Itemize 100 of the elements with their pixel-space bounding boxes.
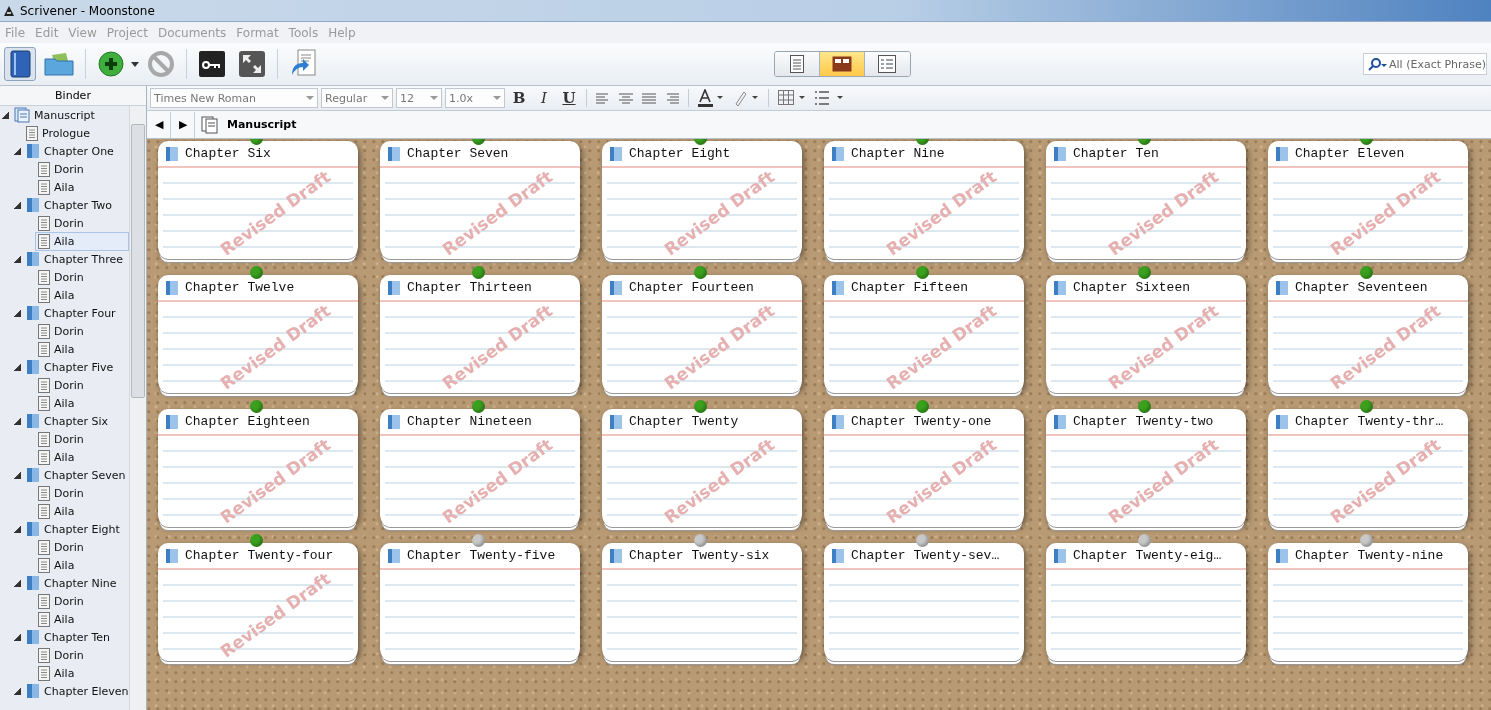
expand-arrow-icon[interactable] bbox=[2, 111, 9, 119]
binder-item[interactable]: Aila bbox=[35, 285, 129, 305]
folder-icon bbox=[610, 548, 622, 563]
binder-item[interactable]: Aila bbox=[35, 663, 129, 683]
binder-item[interactable]: Aila bbox=[35, 393, 129, 413]
binder-item[interactable]: Chapter One bbox=[23, 141, 129, 161]
document-icon bbox=[38, 395, 50, 411]
expand-arrow-icon[interactable] bbox=[14, 471, 21, 479]
folder-icon bbox=[388, 146, 400, 161]
binder-item[interactable]: Chapter Ten bbox=[23, 627, 129, 647]
bold-button[interactable]: B bbox=[508, 89, 530, 107]
table-icon[interactable] bbox=[778, 90, 806, 106]
binder-item[interactable]: Dorin bbox=[35, 375, 129, 395]
binder-item[interactable]: Chapter Nine bbox=[23, 573, 129, 593]
search-field[interactable]: All (Exact Phrase) bbox=[1363, 53, 1487, 75]
card-title: Chapter Twenty-four bbox=[185, 548, 334, 563]
binder-item[interactable]: Chapter Eight bbox=[23, 519, 129, 539]
binder-toggle-button[interactable] bbox=[4, 47, 36, 81]
underline-button[interactable]: U bbox=[558, 89, 580, 107]
document-icon bbox=[26, 125, 38, 141]
card-title: Chapter Eleven bbox=[1295, 146, 1405, 161]
binder-item[interactable]: Dorin bbox=[35, 591, 129, 611]
binder-item[interactable]: Chapter Four bbox=[23, 303, 129, 323]
expand-arrow-icon[interactable] bbox=[14, 201, 21, 209]
binder-item[interactable]: Chapter Five bbox=[23, 357, 129, 377]
key-icon bbox=[198, 50, 226, 78]
binder-item[interactable]: Manuscript bbox=[11, 106, 129, 125]
caret-icon[interactable] bbox=[131, 61, 139, 67]
binder-item[interactable]: Chapter Six bbox=[23, 411, 129, 431]
binder-item[interactable]: Aila bbox=[35, 555, 129, 575]
document-arrow-icon bbox=[289, 49, 317, 79]
document-icon bbox=[38, 377, 50, 393]
scrollbar[interactable] bbox=[129, 106, 146, 710]
binder-item[interactable]: Prologue bbox=[23, 123, 129, 143]
binder-item[interactable]: Dorin bbox=[35, 321, 129, 341]
folder-icon bbox=[44, 51, 74, 77]
binder-item[interactable]: Dorin bbox=[35, 213, 129, 233]
expand-arrow-icon[interactable] bbox=[14, 255, 21, 263]
font-dropdown[interactable]: Times New Roman bbox=[150, 88, 318, 108]
card-title: Chapter Twenty bbox=[629, 414, 739, 429]
card-title: Chapter Twenty-nine bbox=[1295, 548, 1444, 563]
expand-arrow-icon[interactable] bbox=[14, 417, 21, 425]
folder-icon bbox=[1054, 146, 1066, 161]
notebook-icon bbox=[8, 50, 32, 78]
binder-item[interactable]: Chapter Eleven bbox=[23, 681, 129, 701]
document-icon bbox=[38, 341, 50, 357]
style-dropdown[interactable]: Regular bbox=[321, 88, 393, 108]
binder-item[interactable]: Aila bbox=[35, 231, 129, 251]
document-icon bbox=[38, 503, 50, 519]
binder-item[interactable]: Aila bbox=[35, 339, 129, 359]
line-spacing-dropdown[interactable]: 1.0x bbox=[445, 88, 505, 108]
binder-item[interactable]: Dorin bbox=[35, 645, 129, 665]
binder-item[interactable]: Aila bbox=[35, 177, 129, 197]
document-stack-icon[interactable] bbox=[201, 115, 221, 134]
document-icon bbox=[787, 55, 806, 73]
expand-arrow-icon[interactable] bbox=[14, 579, 21, 587]
card-title: Chapter Fifteen bbox=[851, 280, 969, 295]
card-title: Chapter Twenty-two bbox=[1073, 414, 1214, 429]
document-icon bbox=[38, 161, 50, 177]
binder-item[interactable]: Aila bbox=[35, 501, 129, 521]
binder-item[interactable]: Chapter Seven bbox=[23, 465, 129, 485]
binder-item[interactable]: Dorin bbox=[35, 483, 129, 503]
scrivenings-view-button[interactable] bbox=[774, 52, 820, 76]
folder-icon bbox=[26, 413, 40, 429]
highlighter-icon[interactable] bbox=[733, 89, 759, 107]
forward-button[interactable]: ▶ bbox=[171, 111, 195, 138]
italic-button[interactable]: I bbox=[533, 89, 555, 107]
binder-item[interactable]: Dorin bbox=[35, 267, 129, 287]
text-color-icon[interactable] bbox=[698, 89, 724, 107]
binder-item[interactable]: Aila bbox=[35, 609, 129, 629]
search-icon[interactable] bbox=[1367, 58, 1387, 72]
expand-arrow-icon[interactable] bbox=[14, 687, 21, 695]
expand-arrow-icon[interactable] bbox=[14, 309, 21, 317]
outliner-view-button[interactable] bbox=[864, 52, 910, 76]
size-dropdown[interactable]: 12 bbox=[396, 88, 442, 108]
folder-icon bbox=[1054, 280, 1066, 295]
expand-arrow-icon[interactable] bbox=[14, 147, 21, 155]
card-title: Chapter Eighteen bbox=[185, 414, 310, 429]
list-icon[interactable] bbox=[815, 90, 845, 106]
folder-icon bbox=[166, 280, 178, 295]
prohibited-icon bbox=[147, 50, 175, 78]
expand-arrow-icon[interactable] bbox=[14, 363, 21, 371]
binder-item[interactable]: Chapter Three bbox=[23, 249, 129, 269]
card-title: Chapter Twenty-one bbox=[851, 414, 992, 429]
corkboard-view-button[interactable] bbox=[819, 52, 865, 76]
binder-item[interactable]: Dorin bbox=[35, 537, 129, 557]
expand-arrow-icon[interactable] bbox=[14, 633, 21, 641]
folder-icon bbox=[1276, 548, 1288, 563]
binder-item[interactable]: Dorin bbox=[35, 429, 129, 449]
folder-icon bbox=[388, 280, 400, 295]
binder-item[interactable]: Aila bbox=[35, 447, 129, 467]
binder-item[interactable]: Dorin bbox=[35, 159, 129, 179]
folder-icon bbox=[26, 359, 40, 375]
card-title: Chapter Eight bbox=[629, 146, 731, 161]
editor-header-title: Manuscript bbox=[227, 118, 297, 131]
back-button[interactable]: ◀ bbox=[147, 111, 171, 138]
binder-item[interactable]: Chapter Two bbox=[23, 195, 129, 215]
expand-arrow-icon[interactable] bbox=[14, 525, 21, 533]
folder-icon bbox=[166, 146, 178, 161]
folder-icon bbox=[832, 146, 844, 161]
